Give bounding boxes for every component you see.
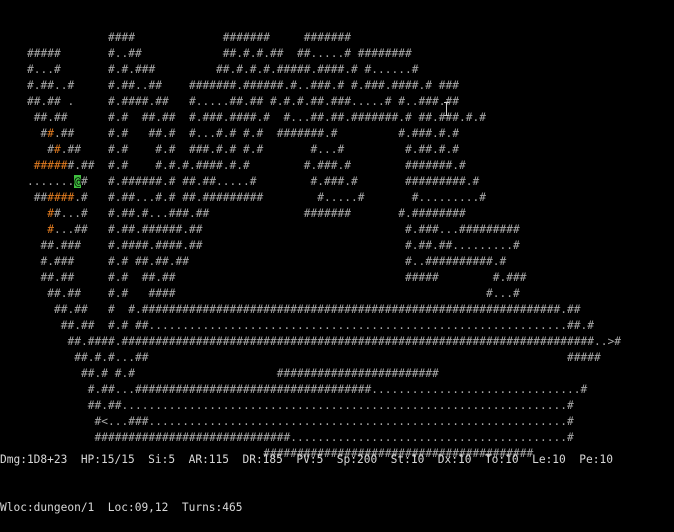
map-row: ##...# #.##.#...###.## ####### #.#######… xyxy=(47,207,466,220)
map-row: ##.## #.# ##.## #.###.####.# #...##.##.#… xyxy=(33,111,486,124)
status-bar: Dmg:1D8+23 HP:15/15 Si:5 AR:115 DR:185 P… xyxy=(0,420,674,514)
map-row: ##.## # #.##############################… xyxy=(54,303,581,316)
map-row: #### ####### ####### xyxy=(108,31,351,44)
player-icon: @ xyxy=(74,175,81,188)
map-row: ##.### #.####.####.## #.##.##.........# xyxy=(40,239,520,252)
map-row: ##.## #.# ##............................… xyxy=(60,319,594,332)
map-row: ##.## #.# #### #...# xyxy=(47,287,520,300)
map-row: .......@# #.######.# ##.##.....# #.###.#… xyxy=(27,175,480,188)
map-row: ##### #..## ##.#.#.## ##.....# ######## xyxy=(27,47,412,60)
map-row: ##.# #.# ######################## xyxy=(81,367,439,380)
map-row: ######.# #.##...#.# ##.######### #.....#… xyxy=(33,191,486,204)
map-row: ##.## #.# #.# ###.#.# #.# #...# #.##.#.# xyxy=(47,143,459,156)
stats-line: Dmg:1D8+23 HP:15/15 Si:5 AR:115 DR:185 P… xyxy=(0,453,613,466)
map-row: ######.## #.# #.#.#.####.#.# #.###.# ###… xyxy=(33,159,466,172)
map-row: #.### #.# ##.##.## #..##########.# xyxy=(40,255,507,268)
map-row: ##.## #.# ##.## ##### #.### xyxy=(40,271,527,284)
dungeon-map[interactable]: #### ####### ####### ##### #..## ##.#.#.… xyxy=(0,0,674,460)
map-row: ##.####.################################… xyxy=(67,335,622,348)
map-row: #.##..# #.##..## #######.######.#..###.#… xyxy=(27,79,459,92)
map-row: ##.#.#...## ##### xyxy=(74,351,601,364)
location-line: Wloc:dungeon/1 Loc:09,12 Turns:465 xyxy=(0,501,243,514)
stairs-down-icon[interactable]: > xyxy=(608,335,615,348)
map-row: #...## #.##.######.## #.###...######### xyxy=(47,223,520,236)
map-row: #.##...#################################… xyxy=(87,383,588,396)
map-row: ##.## . #.####.## #.....##.## #.#.#.##.#… xyxy=(27,95,459,108)
map-row: ##.## #.# ##.# #...#.# #.# #######.# #.#… xyxy=(40,127,460,140)
text-cursor-icon xyxy=(444,101,450,117)
map-row: ##.##...................................… xyxy=(87,399,574,412)
map-row: #...# #.#.### ##.#.#.#.#####.####.# #...… xyxy=(27,63,419,76)
